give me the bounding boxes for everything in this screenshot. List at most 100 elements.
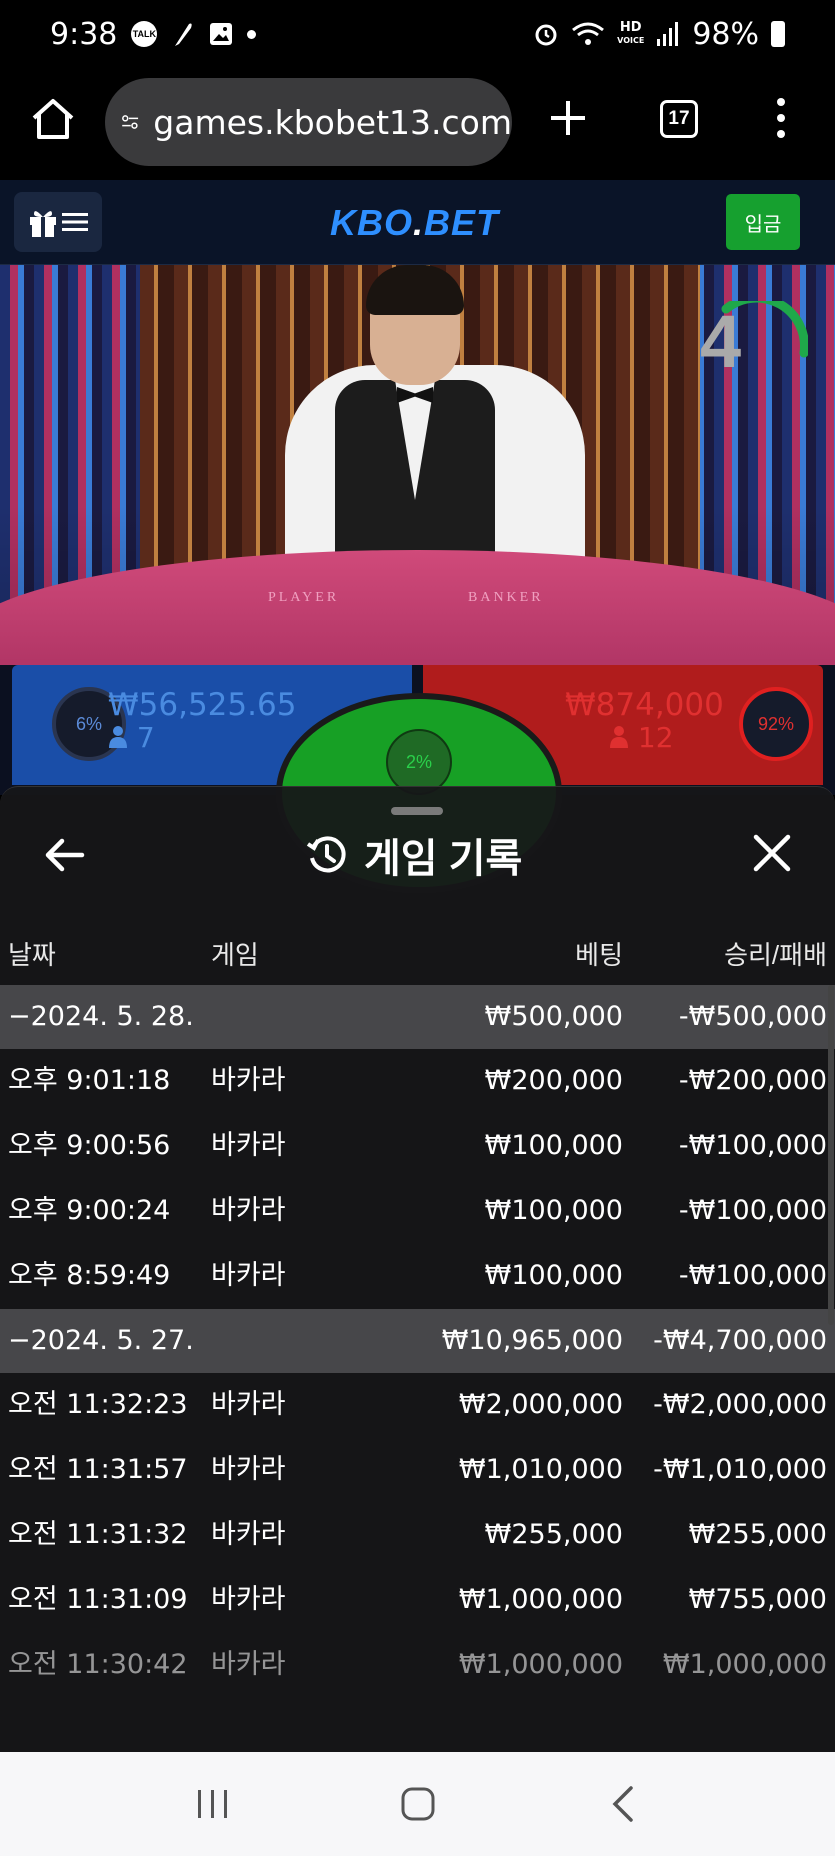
banker-count-value: 12	[637, 721, 674, 754]
row-bet: ₩1,010,000	[458, 1454, 623, 1485]
row-time: 오전 11:31:57	[8, 1454, 188, 1485]
logo-tail: BET	[424, 202, 500, 243]
status-bar: 9:38 TALK HD VOICE 98%	[0, 0, 835, 68]
row-time: 오전 11:32:23	[8, 1389, 188, 1420]
feather-icon	[175, 23, 193, 46]
history-row[interactable]: 오후 9:00:24 바카라 ₩100,000 -₩100,000	[0, 1179, 835, 1244]
row-time: 오후 9:01:18	[8, 1065, 171, 1096]
person-icon	[610, 726, 628, 748]
row-bet: ₩200,000	[484, 1065, 623, 1096]
site-logo[interactable]: KBO.BET	[330, 202, 499, 244]
system-nav-bar	[0, 1752, 835, 1856]
row-result: -₩200,000	[678, 1065, 827, 1096]
close-icon[interactable]	[752, 833, 792, 873]
row-result: ₩255,000	[688, 1519, 827, 1550]
voice-label: VOICE	[617, 35, 645, 45]
betting-area: 6% ₩56,525.65 7 ₩874,000 12 92% 2%	[0, 665, 835, 893]
column-header-date: 날짜	[8, 940, 56, 970]
chevron-left-icon	[612, 1786, 633, 1822]
banker-bet-amount: ₩874,000	[565, 687, 724, 723]
signal-icon	[657, 22, 679, 46]
row-result: -₩100,000	[678, 1195, 827, 1226]
recents-icon	[197, 1790, 227, 1818]
row-time: 오후 9:00:56	[8, 1130, 171, 1161]
baccarat-table	[0, 550, 835, 665]
history-row[interactable]: 오후 9:01:18 바카라 ₩200,000 -₩200,000	[0, 1049, 835, 1114]
url-bar[interactable]: games.kbobet13.com	[105, 78, 512, 166]
player-bet-amount: ₩56,525.65	[108, 687, 297, 723]
talk-icon: TALK	[131, 21, 158, 47]
row-bet: ₩100,000	[484, 1260, 623, 1291]
row-bet: ₩500,000	[484, 1001, 623, 1032]
history-row[interactable]: 오전 11:31:32 바카라 ₩255,000 ₩255,000	[0, 1503, 835, 1568]
row-game: 바카라	[211, 1389, 286, 1420]
scrollbar[interactable]	[828, 985, 834, 1325]
history-row[interactable]: 오전 11:31:57 바카라 ₩1,010,000 -₩1,010,000	[0, 1438, 835, 1503]
row-time: 오전 11:30:42	[8, 1649, 188, 1680]
row-bet: ₩100,000	[484, 1130, 623, 1161]
row-game: 바카라	[211, 1519, 286, 1550]
table-player-label: PLAYER	[268, 590, 340, 605]
plus-icon[interactable]	[548, 98, 588, 138]
back-nav-button[interactable]	[593, 1774, 653, 1834]
status-right: HD VOICE 98%	[533, 17, 785, 52]
url-text: games.kbobet13.com	[153, 102, 512, 142]
history-icon	[306, 836, 346, 873]
home-nav-button[interactable]	[388, 1774, 448, 1834]
menu-icon	[62, 213, 88, 231]
image-icon	[210, 23, 233, 45]
date-group-row[interactable]: −2024. 5. 27. ₩10,965,000 -₩4,700,000	[0, 1309, 835, 1373]
more-vert-icon[interactable]	[776, 98, 786, 138]
battery-icon	[771, 21, 785, 47]
row-bet: ₩10,965,000	[441, 1325, 623, 1356]
row-bet: ₩2,000,000	[458, 1389, 623, 1420]
drag-handle[interactable]	[391, 807, 443, 815]
logo-main: KBO	[330, 202, 413, 243]
row-time: 오후 9:00:24	[8, 1195, 171, 1226]
banker-pct-ring: 92%	[739, 687, 813, 761]
history-row[interactable]: 오후 8:59:49 바카라 ₩100,000 -₩100,000	[0, 1244, 835, 1309]
row-bet: ₩1,000,000	[458, 1584, 623, 1615]
row-game: 바카라	[211, 1130, 286, 1161]
player-bettor-count: 7	[108, 721, 155, 754]
row-game: 바카라	[211, 1454, 286, 1485]
history-row[interactable]: 오전 11:30:42 바카라 ₩1,000,000 ₩1,000,000	[0, 1633, 835, 1698]
row-game: 바카라	[211, 1584, 286, 1615]
status-time: 9:38	[50, 16, 118, 52]
notification-dot	[247, 29, 257, 39]
battery-percent: 98%	[692, 16, 759, 52]
arrow-left-icon[interactable]	[42, 833, 86, 877]
table-banker-label: BANKER	[468, 590, 544, 605]
tab-count-button[interactable]: 17	[660, 100, 698, 138]
row-result: -₩100,000	[678, 1130, 827, 1161]
person-icon	[109, 726, 127, 748]
row-game: 바카라	[211, 1260, 286, 1291]
history-row[interactable]: 오후 9:00:56 바카라 ₩100,000 -₩100,000	[0, 1114, 835, 1179]
history-list: −2024. 5. 28. ₩500,000 -₩500,000 오후 9:01…	[0, 985, 835, 1698]
gift-icon	[30, 211, 56, 237]
row-bet: ₩100,000	[484, 1195, 623, 1226]
row-result: -₩500,000	[678, 1001, 827, 1032]
row-time: 오후 8:59:49	[8, 1260, 171, 1291]
live-video: PLAYER BANKER 4	[0, 265, 835, 665]
recents-button[interactable]	[183, 1774, 243, 1834]
row-date: −2024. 5. 28.	[8, 1001, 194, 1032]
row-result: -₩2,000,000	[653, 1389, 827, 1420]
row-result: -₩4,700,000	[653, 1325, 827, 1356]
home-icon[interactable]	[30, 96, 76, 142]
row-game: 바카라	[211, 1065, 286, 1096]
deposit-button[interactable]: 입금	[726, 194, 800, 250]
column-header-bet: 베팅	[575, 940, 623, 970]
history-row[interactable]: 오전 11:31:09 바카라 ₩1,000,000 ₩755,000	[0, 1568, 835, 1633]
row-time: 오전 11:31:32	[8, 1519, 188, 1550]
date-group-row[interactable]: −2024. 5. 28. ₩500,000 -₩500,000	[0, 985, 835, 1049]
modal-header: 게임 기록	[306, 827, 522, 883]
gift-menu-button[interactable]	[14, 192, 102, 252]
row-bet: ₩255,000	[484, 1519, 623, 1550]
history-row[interactable]: 오전 11:32:23 바카라 ₩2,000,000 -₩2,000,000	[0, 1373, 835, 1438]
row-game: 바카라	[211, 1649, 286, 1680]
row-result: -₩100,000	[678, 1260, 827, 1291]
tune-icon[interactable]	[121, 109, 139, 135]
column-header-game: 게임	[211, 940, 259, 970]
home-nav-icon	[401, 1787, 434, 1821]
